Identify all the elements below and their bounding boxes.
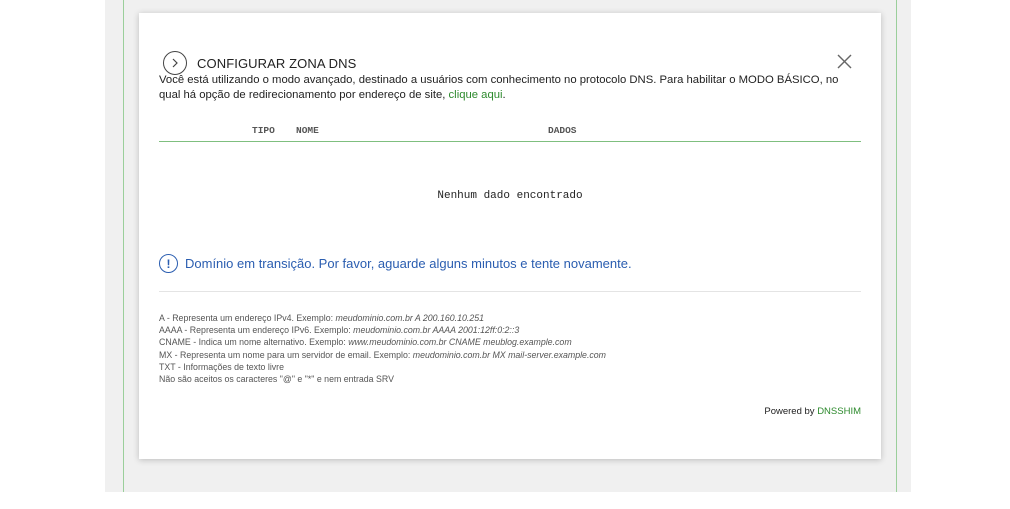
column-header-nome[interactable]: NOME <box>296 125 319 136</box>
dnsshim-link[interactable]: DNSSHIM <box>817 406 861 417</box>
legend-item-a: A - Representa um endereço IPv4. Exemplo… <box>159 312 606 324</box>
empty-table-message: Nenhum dado encontrado <box>437 190 583 202</box>
info-icon: ! <box>159 254 178 273</box>
legend-item-txt: TXT - Informações de texto livre <box>159 361 606 373</box>
intro-text: Você está utilizando o modo avançado, de… <box>159 73 859 102</box>
modal-header: CONFIGURAR ZONA DNS <box>163 51 356 75</box>
legend-note: Não são aceitos os caracteres "@" e "*" … <box>159 373 606 385</box>
legend-example: meudominio.com.br MX mail-server.example… <box>412 349 607 360</box>
page-border-left <box>123 0 124 492</box>
powered-by: Powered by DNSSHIM <box>764 406 861 417</box>
column-header-dados[interactable]: DADOS <box>548 125 577 136</box>
chevron-right-icon[interactable] <box>163 51 187 75</box>
legend-label: MX - Representa um nome para um servidor… <box>159 349 413 360</box>
record-type-legend: A - Representa um endereço IPv4. Exemplo… <box>159 312 606 385</box>
basic-mode-link[interactable]: clique aqui <box>449 89 503 101</box>
legend-label: TXT - Informações de texto livre <box>159 361 284 372</box>
legend-label: A - Representa um endereço IPv4. Exemplo… <box>159 313 336 323</box>
close-icon[interactable] <box>836 53 854 71</box>
legend-example: meudominio.com.br AAAA 2001:12ff:0:2::3 <box>353 325 520 336</box>
intro-text-end: . <box>502 88 506 101</box>
dns-zone-modal: CONFIGURAR ZONA DNS Você está utilizando… <box>139 13 881 459</box>
alert-message: Domínio em transição. Por favor, aguarde… <box>185 256 632 271</box>
powered-by-text: Powered by <box>764 406 818 417</box>
legend-item-mx: MX - Representa um nome para um servidor… <box>159 349 606 361</box>
divider <box>159 291 861 292</box>
legend-label: Não são aceitos os caracteres "@" e "*" … <box>159 374 394 385</box>
legend-item-aaaa: AAAA - Representa um endereço IPv6. Exem… <box>159 324 606 336</box>
page-border-right <box>896 0 897 492</box>
modal-title: CONFIGURAR ZONA DNS <box>197 55 357 71</box>
transition-alert: ! Domínio em transição. Por favor, aguar… <box>159 254 632 273</box>
legend-item-cname: CNAME - Indica um nome alternativo. Exem… <box>159 336 606 348</box>
legend-example: www.meudominio.com.br CNAME meublog.exam… <box>348 337 572 348</box>
column-header-tipo[interactable]: TIPO <box>252 125 275 136</box>
legend-label: AAAA - Representa um endereço IPv6. Exem… <box>159 325 354 336</box>
legend-label: CNAME - Indica um nome alternativo. Exem… <box>159 337 349 348</box>
table-header: TIPO NOME DADOS <box>159 124 861 142</box>
legend-example: meudominio.com.br A 200.160.10.251 <box>335 313 485 323</box>
